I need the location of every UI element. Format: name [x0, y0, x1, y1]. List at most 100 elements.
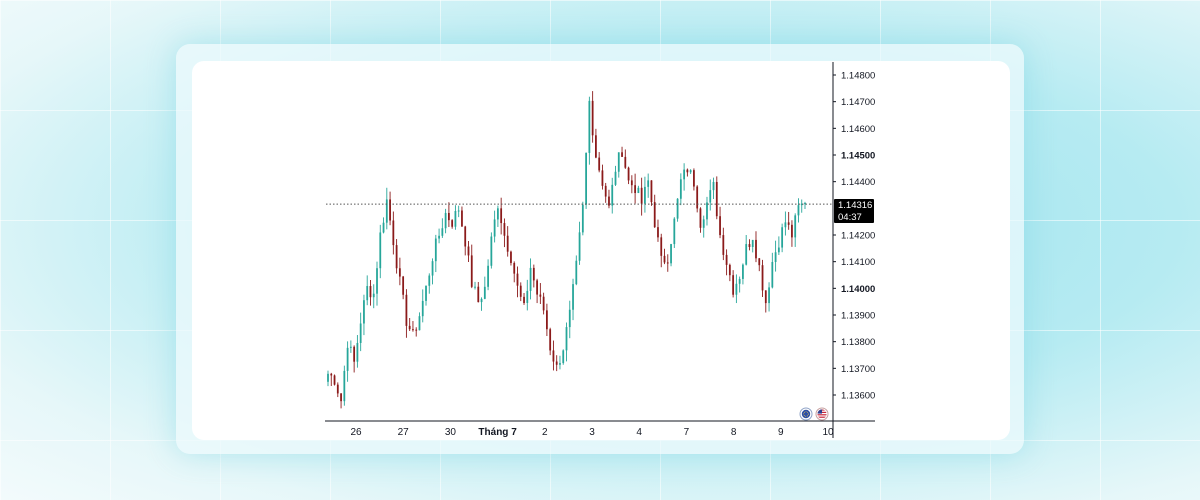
candle-up — [559, 363, 561, 365]
candle-up — [379, 232, 382, 269]
candle-up — [614, 171, 617, 185]
price-chart[interactable]: 1.14800 1.14700 1.14600 1.14500 1.14400 1.142… — [0, 0, 1200, 500]
candle-down — [552, 350, 555, 362]
candle-up — [418, 316, 421, 331]
candle-down — [657, 227, 659, 238]
candle-down — [500, 208, 503, 224]
y-tick-label: 1.14100 — [841, 257, 875, 268]
candle-up — [441, 228, 444, 236]
candle-down — [732, 275, 735, 295]
candle-down — [353, 346, 356, 362]
candle-down — [748, 244, 751, 247]
candle-down — [640, 187, 643, 204]
candle-down — [598, 157, 601, 171]
y-tick-label: 1.13800 — [841, 337, 875, 348]
x-tick-label: 30 — [445, 427, 457, 438]
candle-up — [385, 199, 388, 223]
y-tick-label: 1.14200 — [841, 231, 875, 242]
candle-down — [696, 186, 699, 209]
candle-down — [392, 220, 395, 246]
candle-down — [536, 280, 538, 295]
candle-up — [376, 268, 378, 294]
x-tick-label: 27 — [398, 427, 410, 438]
candle-up — [431, 261, 434, 276]
y-tick-label: 1.14400 — [841, 177, 875, 188]
candle-down — [506, 235, 509, 252]
candle-countdown: 04:37 — [838, 212, 862, 223]
candle-up — [751, 239, 754, 247]
candle-up — [480, 298, 483, 303]
x-tick-label: 26 — [350, 427, 362, 438]
y-tick-label: 1.14000 — [841, 284, 875, 295]
candle-down — [402, 276, 405, 295]
candle-up — [706, 202, 708, 220]
candle-up — [742, 264, 744, 279]
candle-up — [568, 309, 571, 328]
candle-up — [644, 186, 646, 204]
candle-up — [679, 179, 682, 199]
candle-down — [405, 294, 408, 326]
candle-down — [447, 212, 450, 221]
candle-up — [434, 238, 437, 262]
candle-up — [709, 190, 712, 203]
candle-down — [595, 135, 597, 158]
current-price-box: 1.14316 04:37 — [834, 199, 874, 223]
x-tick-label: Tháng 7 — [478, 427, 517, 438]
candle-up — [670, 244, 672, 264]
x-tick-label: 7 — [684, 427, 690, 438]
candle-up — [774, 252, 777, 262]
candle-down — [503, 223, 506, 236]
candle-down — [408, 325, 411, 330]
candle-up — [575, 260, 578, 285]
candle-up — [372, 293, 375, 298]
y-tick-label: 1.14700 — [841, 97, 875, 108]
y-tick-label: 1.14600 — [841, 124, 875, 135]
y-tick-label: 1.13600 — [841, 391, 875, 402]
candle-up — [428, 275, 431, 286]
candle-up — [356, 342, 359, 362]
candle-down — [470, 255, 473, 287]
x-tick-label: 4 — [636, 427, 642, 438]
candle-up — [529, 267, 532, 291]
candle-down — [666, 262, 669, 264]
candle-up — [349, 346, 352, 348]
candle-up — [784, 222, 787, 228]
candle-down — [464, 226, 467, 247]
candle-down — [555, 361, 558, 365]
candle-up — [562, 350, 565, 364]
eu-flag-icon[interactable] — [799, 407, 813, 421]
y-tick-label: 1.14800 — [841, 71, 875, 82]
candle-down — [630, 180, 633, 186]
candle-down — [604, 185, 607, 197]
candle-down — [624, 156, 627, 168]
candle-up — [474, 286, 476, 288]
us-flag-icon[interactable] — [815, 407, 829, 421]
candle-up — [366, 286, 369, 301]
candle-down — [510, 251, 512, 263]
candle-down — [516, 273, 519, 286]
candle-down — [336, 384, 339, 394]
candle-down — [532, 267, 535, 281]
candle-up — [588, 100, 591, 153]
candle-up — [493, 219, 496, 237]
candle-up — [673, 218, 676, 245]
candle-up — [444, 212, 447, 229]
candle-up — [581, 204, 584, 233]
candle-up — [526, 290, 529, 303]
candle-up — [794, 215, 797, 238]
candle-up — [683, 169, 686, 180]
candle-down — [591, 100, 594, 136]
candle-down — [719, 216, 721, 236]
candle-down — [663, 255, 666, 263]
candle-up — [745, 244, 748, 265]
candle-down — [660, 237, 663, 256]
candle-down — [634, 185, 637, 194]
candle-down — [621, 152, 623, 157]
candle-down — [513, 262, 516, 274]
candle-up — [343, 370, 346, 402]
candle-down — [715, 181, 718, 217]
candle-up — [382, 222, 385, 233]
candle-up — [689, 170, 692, 173]
candle-up — [781, 227, 784, 248]
candle-up — [483, 286, 486, 299]
